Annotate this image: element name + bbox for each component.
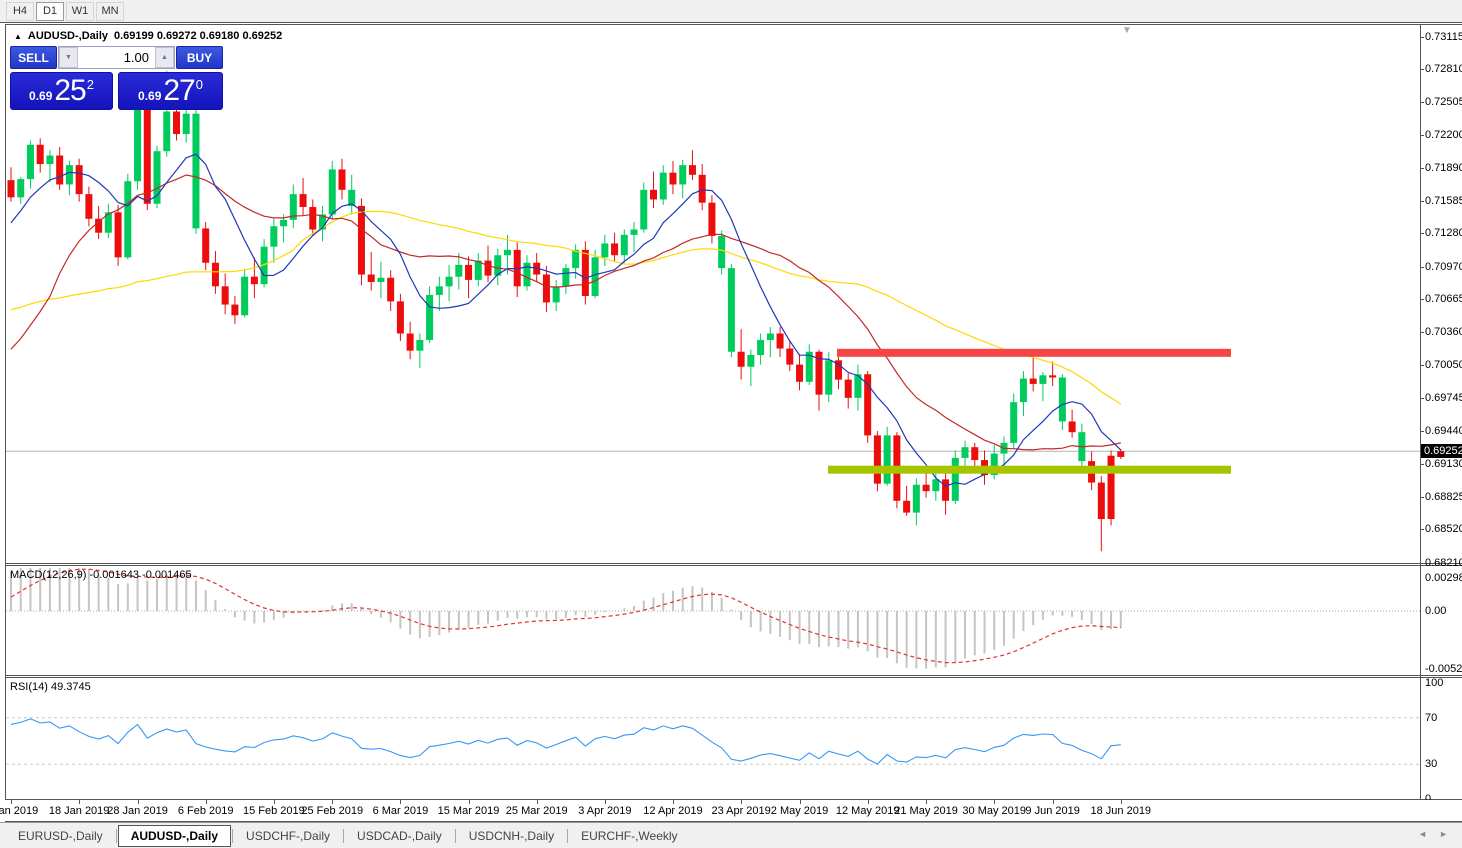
date-axis-tick — [741, 800, 742, 804]
sell-price-prefix: 0.69 — [29, 89, 52, 103]
price-axis-tick: 0.68825 — [1425, 491, 1462, 503]
sell-price-panel[interactable]: 0.69 25 2 — [10, 72, 113, 110]
macd-axis-label: 0.002984 — [1425, 572, 1462, 584]
timeframe-button-mn[interactable]: MN — [96, 2, 124, 21]
price-axis-tick: 0.71890 — [1425, 162, 1462, 174]
buy-price-sup: 0 — [196, 77, 203, 92]
macd-axis-label: 0.00 — [1425, 605, 1446, 617]
date-axis-tick — [800, 800, 801, 804]
date-axis-tick — [1121, 800, 1122, 804]
chart-tab-eurchf[interactable]: EURCHF-,Weekly — [569, 826, 689, 846]
chart-tab-bar: EURUSD-,DailyAUDUSD-,DailyUSDCHF-,DailyU… — [0, 822, 1462, 848]
tab-separator — [116, 829, 117, 843]
price-axis-tick: 0.69440 — [1425, 425, 1462, 437]
date-axis-tick — [868, 800, 869, 804]
rsi-axis-label: 70 — [1425, 712, 1437, 724]
rsi-indicator-canvas[interactable] — [6, 678, 1420, 799]
chart-tab-audusd[interactable]: AUDUSD-,Daily — [118, 825, 231, 847]
date-axis-tick — [400, 800, 401, 804]
date-axis-tick — [206, 800, 207, 804]
tab-separator — [232, 829, 233, 843]
price-axis-tick: 0.72505 — [1425, 96, 1462, 108]
price-axis-tick: 0.73115 — [1425, 31, 1462, 43]
sell-price-big: 25 — [54, 74, 85, 108]
price-axis-tick: 0.70665 — [1425, 293, 1462, 305]
price-axis-tick: 0.70360 — [1425, 326, 1462, 338]
chart-ohlc-values: 0.69199 0.69272 0.69180 0.69252 — [114, 30, 282, 42]
macd-label: MACD(12,26,9) -0.001643 -0.001465 — [10, 569, 192, 581]
tab-scroll-left-icon[interactable]: ◄ — [1418, 829, 1427, 839]
tab-separator — [455, 829, 456, 843]
timeframe-button-w1[interactable]: W1 — [66, 2, 94, 21]
macd-indicator-canvas[interactable] — [6, 566, 1420, 675]
price-axis-tick: 0.68210 — [1425, 557, 1462, 569]
tab-separator — [343, 829, 344, 843]
date-axis-label: 18 Jun 2019 — [1076, 805, 1166, 817]
price-axis-tick: 0.72810 — [1425, 63, 1462, 75]
date-axis-tick — [332, 800, 333, 804]
price-axis-tick: 0.70970 — [1425, 261, 1462, 273]
timeframe-button-d1[interactable]: D1 — [36, 2, 64, 21]
sell-button[interactable]: SELL — [10, 46, 57, 69]
one-click-panel-toggle-icon[interactable]: ▲ — [14, 32, 22, 41]
volume-box: ▼ 1.00 ▲ — [58, 46, 175, 69]
price-axis-tick: 0.70050 — [1425, 359, 1462, 371]
chart-tab-usdcad[interactable]: USDCAD-,Daily — [345, 826, 454, 846]
date-axis-tick — [605, 800, 606, 804]
date-axis-tick — [469, 800, 470, 804]
buy-button[interactable]: BUY — [176, 46, 223, 69]
chart-symbol-label: AUDUSD-,Daily — [28, 30, 108, 42]
date-axis-tick — [673, 800, 674, 804]
date-axis-tick — [79, 800, 80, 804]
price-axis-tick: 0.72200 — [1425, 129, 1462, 141]
price-axis-tick: 0.71280 — [1425, 227, 1462, 239]
price-axis[interactable]: 0.73115 0.72810 0.72505 0.72200 0.71890 0.715… — [1421, 24, 1462, 565]
date-axis-tick — [11, 800, 12, 804]
buy-price-prefix: 0.69 — [138, 89, 161, 103]
timeframe-button-h4[interactable]: H4 — [6, 2, 34, 21]
buy-price-panel[interactable]: 0.69 27 0 — [118, 72, 223, 110]
date-axis[interactable]: 9 Jan 201918 Jan 201928 Jan 20196 Feb 20… — [0, 800, 1462, 821]
rsi-axis-label: 100 — [1425, 677, 1443, 689]
current-price-tag: 0.69252 — [1421, 444, 1462, 458]
date-axis-tick — [138, 800, 139, 804]
pane-separator — [5, 563, 1462, 564]
pane-separator — [5, 675, 1462, 676]
volume-decrease-button[interactable]: ▼ — [59, 47, 78, 68]
tab-scroll-right-icon[interactable]: ► — [1439, 829, 1448, 839]
spin-up-icon: ▲ — [161, 54, 168, 61]
one-click-trading-panel: SELL ▼ 1.00 ▲ BUY 0.69 25 2 0.69 27 0 — [10, 46, 223, 110]
tab-separator — [567, 829, 568, 843]
buy-price-big: 27 — [163, 74, 194, 108]
chart-title: ▲ AUDUSD-,Daily 0.69199 0.69272 0.69180 … — [14, 30, 282, 42]
volume-input[interactable]: 1.00 — [78, 47, 155, 68]
spin-down-icon: ▼ — [65, 54, 72, 61]
chart-tab-usdcnh[interactable]: USDCNH-,Daily — [457, 826, 566, 846]
volume-increase-button[interactable]: ▲ — [155, 47, 174, 68]
macd-axis-label: -0.005256 — [1425, 663, 1462, 675]
price-axis-tick: 0.69130 — [1425, 458, 1462, 470]
chart-tab-usdchf[interactable]: USDCHF-,Daily — [234, 826, 342, 846]
sell-price-sup: 2 — [87, 77, 94, 92]
price-axis-tick: 0.68520 — [1425, 523, 1462, 535]
rsi-label: RSI(14) 49.3745 — [10, 681, 91, 693]
date-axis-tick — [1053, 800, 1054, 804]
price-axis-tick: 0.71585 — [1425, 195, 1462, 207]
trading-terminal-window: H4D1W1MN ▲ AUDUSD-,Daily 0.69199 0.69272… — [0, 0, 1462, 848]
tab-scroll-arrows: ◄ ► — [1418, 829, 1448, 839]
date-axis-tick — [274, 800, 275, 804]
price-axis-tick: 0.69745 — [1425, 392, 1462, 404]
date-axis-tick — [926, 800, 927, 804]
rsi-axis-label: 30 — [1425, 758, 1437, 770]
chart-tab-eurusd[interactable]: EURUSD-,Daily — [6, 826, 115, 846]
date-axis-tick — [537, 800, 538, 804]
date-axis-tick — [994, 800, 995, 804]
timeframe-toolbar: H4D1W1MN — [0, 0, 1462, 23]
chart-collapse-chevron-icon[interactable]: ▼ — [1122, 25, 1132, 36]
